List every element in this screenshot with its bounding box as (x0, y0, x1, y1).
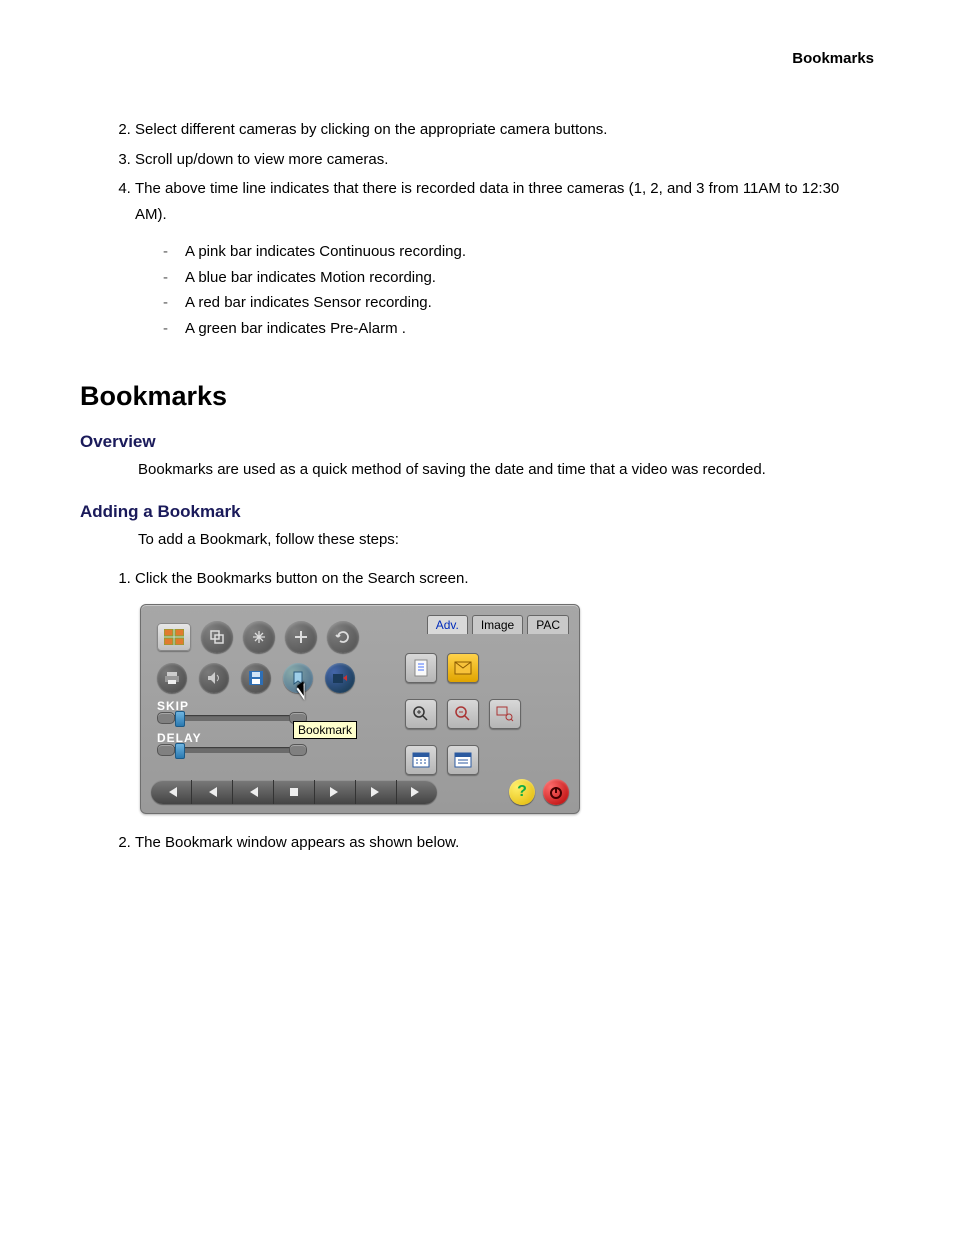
prev-button[interactable] (192, 780, 233, 804)
slider-minus-icon (157, 744, 175, 756)
export-button[interactable] (325, 663, 355, 693)
skip-prev-icon (206, 787, 218, 797)
print-icon (164, 671, 180, 685)
schedule-button[interactable] (447, 745, 479, 775)
calendar-button[interactable] (405, 745, 437, 775)
play-button[interactable] (315, 780, 356, 804)
rewind-button[interactable] (233, 780, 274, 804)
magnifier-region-icon (496, 706, 514, 722)
adding-intro: To add a Bookmark, follow these steps: (138, 528, 874, 552)
magnifier-plus-icon (413, 706, 429, 722)
slider-thumb[interactable] (175, 711, 185, 727)
grid-icon (164, 629, 184, 645)
stop-button[interactable] (274, 780, 315, 804)
overview-heading: Overview (80, 432, 874, 452)
first-button[interactable] (151, 780, 192, 804)
adding-heading: Adding a Bookmark (80, 502, 874, 522)
schedule-icon (454, 752, 472, 768)
sub-list-item: A green bar indicates Pre-Alarm . (163, 316, 874, 342)
mail-button[interactable] (447, 653, 479, 683)
stop-icon (290, 788, 298, 796)
steps-list: Click the Bookmarks button on the Search… (80, 566, 874, 592)
slider-thumb[interactable] (175, 743, 185, 759)
next-button[interactable] (356, 780, 397, 804)
floppy-icon (248, 670, 264, 686)
plus-icon (294, 630, 308, 644)
zoom-region-button[interactable] (489, 699, 521, 729)
search-screen-panel: Adv. Image PAC (140, 604, 580, 814)
tab-image[interactable]: Image (472, 615, 523, 634)
speaker-icon (206, 671, 222, 685)
page-header-right: Bookmarks (80, 50, 874, 67)
zoom-out-button2[interactable] (447, 699, 479, 729)
refresh-button[interactable] (327, 621, 359, 653)
sub-list: A pink bar indicates Continuous recordin… (163, 239, 874, 341)
list-item: Scroll up/down to view more cameras. (135, 147, 874, 173)
document-icon (413, 659, 429, 677)
slider-minus-icon (157, 712, 175, 724)
save-button[interactable] (241, 663, 271, 693)
playback-controls (151, 780, 437, 804)
skip-slider[interactable] (157, 715, 307, 721)
magnifier-minus-icon (455, 706, 471, 722)
skip-next-icon (370, 787, 382, 797)
audio-button[interactable] (199, 663, 229, 693)
list-item-text: The above time line indicates that there… (135, 180, 839, 223)
sub-list-item: A pink bar indicates Continuous recordin… (163, 239, 874, 265)
tab-pac[interactable]: PAC (527, 615, 569, 634)
expand-icon (251, 629, 267, 645)
expand-button[interactable] (243, 621, 275, 653)
list-item: Select different cameras by clicking on … (135, 117, 874, 143)
sub-list-item: A blue bar indicates Motion recording. (163, 265, 874, 291)
bookmark-tooltip: Bookmark (293, 721, 357, 739)
layout-grid-button[interactable] (157, 623, 191, 651)
steps-list-cont: The Bookmark window appears as shown bel… (80, 830, 874, 856)
section-title: Bookmarks (80, 381, 874, 412)
document-button[interactable] (405, 653, 437, 683)
tab-adv[interactable]: Adv. (427, 615, 468, 634)
export-icon (332, 671, 348, 685)
zoom-out-button[interactable] (201, 621, 233, 653)
play-icon (330, 787, 340, 797)
rewind-icon (248, 787, 258, 797)
refresh-icon (335, 629, 351, 645)
envelope-icon (454, 661, 472, 675)
tabs: Adv. Image PAC (427, 615, 569, 634)
sub-list-item: A red bar indicates Sensor recording. (163, 290, 874, 316)
add-button[interactable] (285, 621, 317, 653)
skip-first-icon (164, 787, 178, 797)
list-item: The above time line indicates that there… (135, 176, 874, 341)
step-item: The Bookmark window appears as shown bel… (135, 830, 874, 856)
delay-slider[interactable] (157, 747, 307, 753)
step-item: Click the Bookmarks button on the Search… (135, 566, 874, 592)
numbered-list: Select different cameras by clicking on … (80, 117, 874, 341)
print-button[interactable] (157, 663, 187, 693)
zoom-out-icon (209, 629, 225, 645)
slider-plus-icon (289, 744, 307, 756)
overview-text: Bookmarks are used as a quick method of … (138, 458, 874, 482)
calendar-icon (412, 752, 430, 768)
zoom-in-button[interactable] (405, 699, 437, 729)
